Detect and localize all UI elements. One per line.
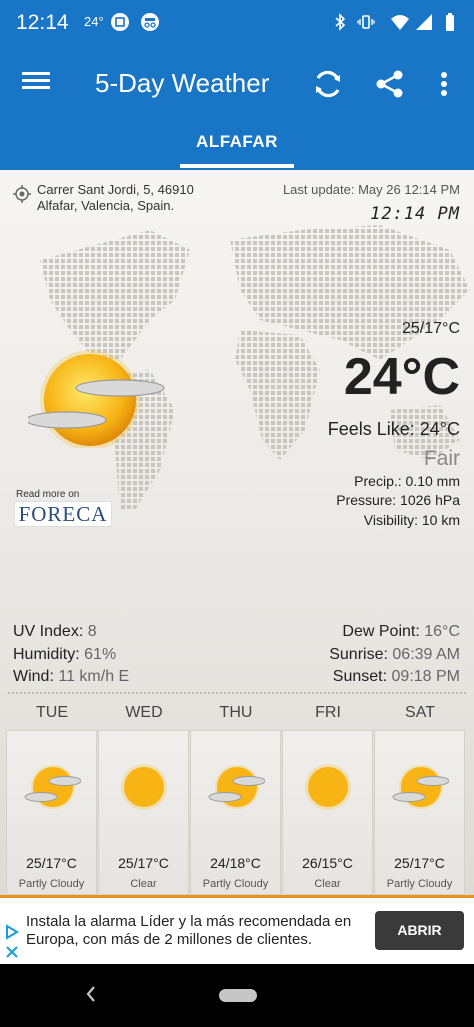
app-title: 5-Day Weather xyxy=(95,68,270,98)
pressure: Pressure: 1026 hPa xyxy=(336,492,460,508)
partly-cloudy-icon xyxy=(24,765,81,809)
menu-button[interactable] xyxy=(20,68,52,100)
visibility: Visibility: 10 km xyxy=(363,512,460,528)
humidity-value: 61% xyxy=(84,646,117,663)
wind-label: Wind: xyxy=(13,668,54,685)
signal-icon xyxy=(416,14,432,30)
wifi-icon xyxy=(391,15,409,30)
home-pill[interactable] xyxy=(219,989,257,1002)
forecast-card-thu[interactable]: 24/18°C Partly Cloudy xyxy=(190,730,281,895)
day-name: TUE xyxy=(36,704,68,721)
screenshot-icon xyxy=(111,13,129,31)
forecast-card-tue[interactable]: 25/17°C Partly Cloudy xyxy=(6,730,97,895)
forecast-temp: 25/17°C xyxy=(118,855,169,871)
day-name: FRI xyxy=(315,704,341,721)
current-temperature: 24°C xyxy=(343,348,460,406)
address-line-1: Carrer Sant Jordi, 5, 46910 xyxy=(37,182,194,197)
uv-value: 8 xyxy=(87,623,97,640)
hamburger-icon xyxy=(22,72,50,75)
battery-icon xyxy=(446,13,454,31)
adchoices-icon[interactable] xyxy=(4,924,20,940)
last-update: Last update: May 26 12:14 PM xyxy=(282,182,460,197)
current-condition: Fair xyxy=(423,447,460,470)
sunrise-label: Sunrise: xyxy=(329,646,388,663)
forecast-condition: Partly Cloudy xyxy=(386,878,453,890)
dew-point: Dew Point: 16°C xyxy=(342,623,460,641)
day-name: WED xyxy=(125,704,163,721)
app-bar: 5-Day Weather ALFAFAR xyxy=(0,46,474,170)
day-name: SAT xyxy=(405,704,435,721)
read-more-label: Read more on xyxy=(16,489,80,500)
vibrate-icon xyxy=(357,15,375,29)
forecast-card-fri[interactable]: 26/15°C Clear xyxy=(282,730,373,895)
feels-like: Feels Like: 24°C xyxy=(327,419,460,439)
forecast-temp: 25/17°C xyxy=(394,855,445,871)
partly-cloudy-icon xyxy=(392,765,449,809)
sunset-value: 09:18 PM xyxy=(391,668,460,685)
address-line-2: Alfafar, Valencia, Spain. xyxy=(37,198,175,213)
forecast-card-wed[interactable]: 25/17°C Clear xyxy=(98,730,189,895)
status-time: 12:14 xyxy=(16,11,69,34)
share-icon[interactable] xyxy=(372,66,408,102)
incognito-icon xyxy=(141,13,159,31)
forecast-temp: 26/15°C xyxy=(302,855,353,871)
precipitation: Precip.: 0.10 mm xyxy=(354,473,460,489)
bluetooth-icon xyxy=(335,13,346,31)
sun-partly-cloudy-icon xyxy=(28,350,165,448)
uv-label: UV Index: xyxy=(13,623,84,640)
wind-value: 11 km/h E xyxy=(58,668,130,685)
sun-icon xyxy=(121,764,167,810)
foreca-logo[interactable]: FORECA xyxy=(14,501,112,527)
location-address: Carrer Sant Jordi, 5, 46910 Alfafar, Val… xyxy=(37,182,194,214)
wind: Wind: 11 km/h E xyxy=(13,668,129,686)
sun-icon xyxy=(305,764,351,810)
forecast-temp: 24/18°C xyxy=(210,855,261,871)
divider xyxy=(8,692,466,694)
system-nav-bar xyxy=(0,964,474,1027)
sunset: Sunset: 09:18 PM xyxy=(333,668,460,686)
forecast-strip: TUE WED THU FRI SAT 25/17°C Partly Cloud… xyxy=(6,704,468,895)
sunrise: Sunrise: 06:39 AM xyxy=(329,646,460,664)
humidity-label: Humidity: xyxy=(13,646,80,663)
dew-value: 16°C xyxy=(424,623,460,640)
status-bar: 12:14 24° xyxy=(0,0,474,46)
location-icon[interactable] xyxy=(13,185,31,203)
digital-clock: 12:14 PM xyxy=(370,204,460,224)
partly-cloudy-icon xyxy=(208,765,265,809)
ad-banner[interactable]: Instala la alarma Líder y la más recomen… xyxy=(0,898,474,964)
today-hilo: 25/17°C xyxy=(402,320,460,337)
humidity: Humidity: 61% xyxy=(13,646,116,664)
dew-label: Dew Point: xyxy=(342,623,420,640)
forecast-condition: Clear xyxy=(130,878,157,890)
sunrise-value: 06:39 AM xyxy=(392,646,460,663)
ad-open-button[interactable]: ABRIR xyxy=(375,911,464,950)
day-name: THU xyxy=(219,704,253,721)
uv-index: UV Index: 8 xyxy=(13,623,97,641)
close-icon[interactable] xyxy=(4,944,20,960)
forecast-condition: Partly Cloudy xyxy=(18,878,85,890)
tab-indicator xyxy=(180,164,294,168)
ad-text[interactable]: Instala la alarma Líder y la más recomen… xyxy=(26,913,366,949)
weather-panel: Carrer Sant Jordi, 5, 46910 Alfafar, Val… xyxy=(0,170,474,895)
tab-location[interactable]: ALFAFAR xyxy=(186,132,288,152)
sunset-label: Sunset: xyxy=(332,668,388,685)
forecast-card-sat[interactable]: 25/17°C Partly Cloudy xyxy=(374,730,465,895)
forecast-condition: Clear xyxy=(314,878,341,890)
forecast-temp: 25/17°C xyxy=(26,855,77,871)
refresh-icon[interactable] xyxy=(310,66,346,102)
more-options-icon[interactable] xyxy=(432,66,456,102)
back-icon[interactable] xyxy=(84,984,98,1004)
status-temp: 24° xyxy=(84,14,104,29)
forecast-condition: Partly Cloudy xyxy=(202,878,269,890)
